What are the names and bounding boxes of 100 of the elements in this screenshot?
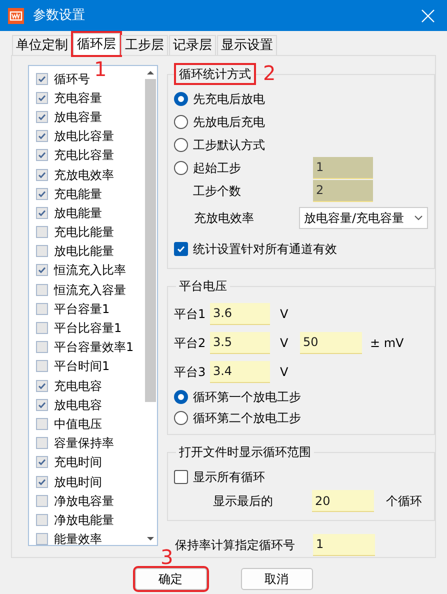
checkbox[interactable] <box>36 245 48 258</box>
checkbox[interactable] <box>36 456 48 468</box>
checkbox[interactable] <box>36 476 48 488</box>
checkbox[interactable] <box>36 264 48 276</box>
checkbox-label: 容量保持率 <box>54 435 114 452</box>
checkbox-label: 显示所有循环 <box>192 468 265 486</box>
checkbox-label: 充电容量 <box>54 90 102 107</box>
checkbox[interactable] <box>36 533 48 546</box>
tab[interactable]: 工步层 <box>121 35 168 55</box>
field-label: 平台3 <box>174 364 207 380</box>
checkbox[interactable] <box>36 437 48 450</box>
input-field[interactable]: 3.6 <box>210 302 270 324</box>
radio-button[interactable] <box>174 138 188 152</box>
checkbox-label: 放电时间 <box>54 474 102 491</box>
checkbox[interactable] <box>36 494 48 507</box>
checkbox-label: 循环号 <box>54 70 90 88</box>
unit-label: V <box>280 334 290 352</box>
tab[interactable]: 单位定制 <box>12 35 72 55</box>
checkbox[interactable] <box>36 398 48 411</box>
field-label: 平台2 <box>174 334 207 352</box>
radio-button[interactable] <box>174 410 188 424</box>
checkmark-icon <box>37 112 47 122</box>
checkbox[interactable] <box>174 470 188 484</box>
checkbox[interactable] <box>36 322 48 334</box>
checkbox[interactable] <box>36 284 48 296</box>
checkbox-label: 平台容量1 <box>54 300 110 318</box>
checkbox-label: 放电能量 <box>54 204 102 222</box>
checkbox[interactable] <box>36 110 48 123</box>
checkbox-label: 平台时间1 <box>54 358 110 376</box>
checkbox-label: 净放电容量 <box>54 492 114 510</box>
checkmark-icon <box>37 400 47 410</box>
caret-icon <box>414 215 423 221</box>
dropdown[interactable]: 放电容量/充电容量 <box>298 207 428 229</box>
checkmark-icon <box>37 476 47 487</box>
group-title: 打开文件时显示循环范围 <box>178 444 312 461</box>
group-title: 平台电压 <box>178 278 228 295</box>
checkbox-label: 能量效率 <box>54 531 102 548</box>
radio-button[interactable] <box>174 92 188 106</box>
checkbox[interactable] <box>36 360 48 372</box>
checkbox-label: 充电时间 <box>54 454 102 472</box>
field-label: 工步个数 <box>192 182 242 200</box>
radio-button[interactable] <box>174 114 188 128</box>
checkbox-label: 充电比容量 <box>54 147 114 164</box>
checkbox[interactable] <box>36 302 48 315</box>
unit-label: ± mV <box>370 334 404 352</box>
checkbox-label: 统计设置针对所有通道有效 <box>192 241 337 258</box>
checkbox-label: 恒流充入容量 <box>54 282 126 299</box>
checkbox[interactable] <box>36 226 48 238</box>
checkbox-label: 恒流充入比率 <box>54 262 126 280</box>
checkbox[interactable] <box>36 418 48 430</box>
field-label: 平台1 <box>174 306 207 322</box>
field-label: 显示最后的 <box>212 493 274 510</box>
checkmark-icon <box>37 380 47 391</box>
checkbox-label: 充电比能量 <box>54 224 114 242</box>
close-icon[interactable] <box>421 8 435 22</box>
checkbox[interactable] <box>36 168 48 181</box>
checkbox[interactable] <box>36 341 48 354</box>
radio-button[interactable] <box>174 160 188 174</box>
unit-label: V <box>280 364 290 380</box>
radio-label: 先放电后充电 <box>192 114 265 130</box>
checkmark-icon <box>37 170 47 180</box>
input-field[interactable]: 50 <box>300 332 362 354</box>
checkbox-label: 充电能量 <box>54 186 102 203</box>
input-field[interactable]: 1 <box>312 534 375 556</box>
checkmark-icon <box>37 74 47 84</box>
unit-label: 个循环 <box>386 493 422 510</box>
checkbox-label: 平台比容量1 <box>54 320 122 338</box>
radio-label: 先充电后放电 <box>192 90 265 108</box>
dialog-button[interactable]: 取消 <box>240 568 312 590</box>
checkbox[interactable] <box>36 188 48 200</box>
checkbox[interactable] <box>36 92 48 104</box>
checkbox-label: 放电容量 <box>54 108 102 126</box>
radio-label: 工步默认方式 <box>192 136 265 154</box>
callout-number: 2 <box>262 63 277 83</box>
checkbox[interactable] <box>36 149 48 162</box>
radio-label: 起始工步 <box>192 160 242 176</box>
app-icon <box>8 8 24 24</box>
checkbox[interactable] <box>36 380 48 392</box>
checkmark-icon <box>37 92 47 103</box>
tab[interactable]: 记录层 <box>169 35 216 55</box>
checkmark-icon <box>37 188 47 199</box>
window-title: 参数设置 <box>33 6 85 25</box>
radio-button[interactable] <box>174 390 188 404</box>
checkbox[interactable] <box>174 242 188 256</box>
input-field[interactable]: 3.4 <box>210 360 270 382</box>
checkbox[interactable] <box>36 72 48 85</box>
callout-number: 3 <box>160 547 174 567</box>
checkmark-icon <box>37 150 47 160</box>
callout-number: 1 <box>94 59 107 79</box>
checkmark-icon <box>176 244 186 254</box>
checkbox[interactable] <box>36 514 48 526</box>
input-field[interactable]: 3.5 <box>210 332 270 354</box>
checkbox-label: 放电电容 <box>54 396 102 414</box>
checkbox[interactable] <box>36 130 48 142</box>
checkmark-icon <box>37 208 47 218</box>
checkbox-label: 放电比容量 <box>54 128 114 146</box>
checkbox-label: 中值电压 <box>54 416 102 433</box>
checkbox[interactable] <box>36 206 48 219</box>
tab[interactable]: 显示设置 <box>217 35 277 55</box>
input-field[interactable]: 20 <box>312 490 374 512</box>
